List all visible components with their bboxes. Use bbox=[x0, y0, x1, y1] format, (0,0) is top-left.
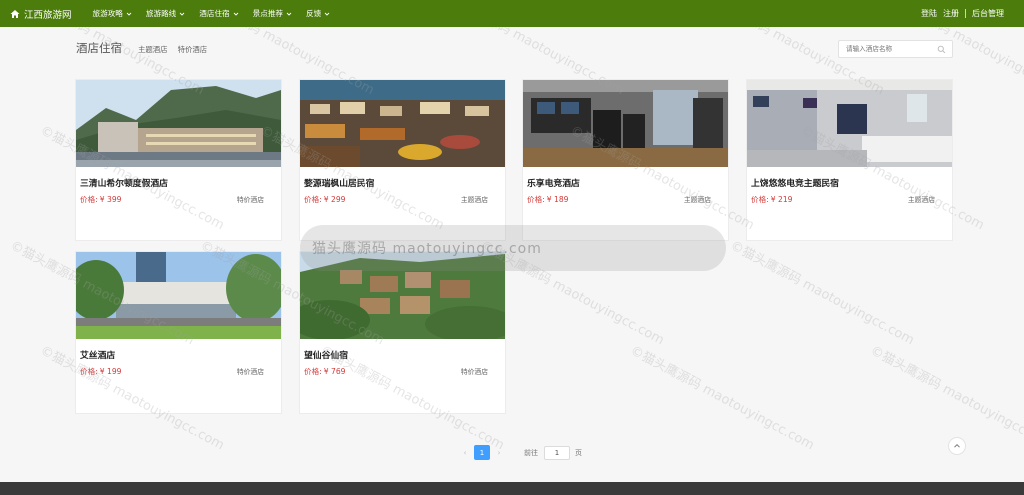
search-icon[interactable] bbox=[937, 45, 946, 54]
hotel-price: 价格: ¥ 769 bbox=[304, 366, 346, 377]
user-links: 登陆 注册 后台管理 bbox=[921, 0, 1004, 27]
nav-label: 景点推荐 bbox=[252, 9, 284, 18]
page-jump-input[interactable] bbox=[544, 445, 570, 460]
site-name: 江西旅游网 bbox=[24, 9, 72, 21]
nav-travel-guides[interactable]: 旅游攻略 bbox=[86, 8, 139, 19]
hotel-price: 价格: ¥ 219 bbox=[751, 194, 793, 205]
price-label: 价格: bbox=[80, 195, 98, 204]
hotel-price: 价格: ¥ 189 bbox=[527, 194, 569, 205]
nav-label: 旅游路线 bbox=[145, 9, 177, 18]
pagination: ‹ 1 › 前往 页 bbox=[456, 445, 582, 460]
top-navbar: 江西旅游网 旅游攻略 旅游路线 酒店住宿 景点推荐 反馈 登陆 注册 后台管理 bbox=[0, 0, 1024, 27]
hotel-category: 特价酒店 bbox=[236, 368, 264, 376]
back-to-top-button[interactable] bbox=[948, 437, 966, 455]
goto-label: 前往 bbox=[524, 448, 538, 457]
watermark-text: ©猫头鹰源码 maotouyingcc.com bbox=[627, 343, 817, 454]
hotel-search bbox=[838, 40, 953, 58]
hotel-photo[interactable] bbox=[76, 252, 281, 339]
price-value: ¥ 299 bbox=[323, 195, 346, 204]
hotel-price: 价格: ¥ 199 bbox=[80, 366, 122, 377]
hotel-category: 特价酒店 bbox=[236, 196, 264, 204]
page-unit: 页 bbox=[575, 448, 582, 457]
chevron-down-icon bbox=[179, 12, 185, 16]
main-nav: 旅游攻略 旅游路线 酒店住宿 景点推荐 反馈 bbox=[86, 8, 338, 19]
filter-special-hotels[interactable]: 特价酒店 bbox=[178, 44, 208, 55]
hotel-card[interactable]: 上饶悠悠电竞主题民宿 价格: ¥ 219 主题酒店 bbox=[746, 79, 953, 241]
nav-travel-routes[interactable]: 旅游路线 bbox=[139, 8, 192, 19]
hotel-card[interactable]: 乐享电竞酒店 价格: ¥ 189 主题酒店 bbox=[522, 79, 729, 241]
chevron-down-icon bbox=[126, 12, 132, 16]
nav-label: 旅游攻略 bbox=[92, 9, 123, 18]
price-label: 价格: bbox=[304, 367, 322, 376]
admin-link[interactable]: 后台管理 bbox=[972, 8, 1004, 19]
price-label: 价格: bbox=[80, 367, 98, 376]
page-number-active[interactable]: 1 bbox=[474, 445, 490, 460]
price-label: 价格: bbox=[304, 195, 322, 204]
chevron-down-icon bbox=[286, 12, 292, 16]
page-title: 酒店住宿 bbox=[76, 41, 122, 55]
hotel-photo[interactable] bbox=[523, 80, 728, 167]
nav-hotels[interactable]: 酒店住宿 bbox=[192, 8, 245, 19]
nav-feedback[interactable]: 反馈 bbox=[299, 8, 337, 19]
hotel-card[interactable]: 艾丝酒店 价格: ¥ 199 特价酒店 bbox=[75, 251, 282, 414]
hotel-photo[interactable] bbox=[747, 80, 952, 167]
hotel-name[interactable]: 三清山希尔顿度假酒店 bbox=[80, 176, 168, 189]
page-header: 酒店住宿 主题酒店 特价酒店 bbox=[76, 40, 217, 56]
next-page-icon[interactable]: › bbox=[495, 449, 503, 457]
hotel-price: 价格: ¥ 399 bbox=[80, 194, 122, 205]
chevron-down-icon bbox=[233, 12, 238, 16]
hotel-category: 主题酒店 bbox=[460, 196, 488, 204]
hotel-category: 特价酒店 bbox=[460, 368, 488, 376]
home-icon bbox=[10, 9, 20, 18]
footer-bar bbox=[0, 482, 1024, 495]
price-value: ¥ 199 bbox=[99, 367, 122, 376]
nav-label: 反馈 bbox=[306, 9, 322, 18]
price-value: ¥ 219 bbox=[770, 195, 793, 204]
price-value: ¥ 399 bbox=[99, 195, 122, 204]
prev-page-icon[interactable]: ‹ bbox=[461, 449, 469, 457]
hotel-name[interactable]: 望仙谷仙宿 bbox=[304, 348, 348, 361]
hotel-name[interactable]: 婺源瑞枫山居民宿 bbox=[304, 176, 374, 189]
hotel-price: 价格: ¥ 299 bbox=[304, 194, 346, 205]
hotel-category: 主题酒店 bbox=[907, 196, 935, 204]
register-link[interactable]: 注册 bbox=[943, 8, 959, 19]
divider bbox=[965, 9, 966, 18]
hotel-category: 主题酒店 bbox=[683, 196, 711, 204]
chevron-up-icon bbox=[954, 443, 960, 448]
watermark-banner: 猫头鹰源码 maotouyingcc.com bbox=[300, 225, 726, 271]
search-input[interactable] bbox=[839, 45, 935, 53]
watermark-text: ©猫头鹰源码 maotouyingcc.com bbox=[727, 238, 917, 349]
watermark-text: ©猫头鹰源码 maotouyingcc.com bbox=[867, 343, 1024, 454]
nav-label: 酒店住宿 bbox=[199, 9, 230, 18]
price-label: 价格: bbox=[751, 195, 769, 204]
hotel-card[interactable]: 三清山希尔顿度假酒店 价格: ¥ 399 特价酒店 bbox=[75, 79, 282, 241]
chevron-down-icon bbox=[324, 12, 330, 16]
hotel-photo[interactable] bbox=[76, 80, 281, 167]
nav-attractions[interactable]: 景点推荐 bbox=[246, 8, 299, 19]
hotel-name[interactable]: 上饶悠悠电竞主题民宿 bbox=[751, 176, 839, 189]
hotel-card[interactable]: 望仙谷仙宿 价格: ¥ 769 特价酒店 bbox=[299, 251, 506, 414]
price-value: ¥ 189 bbox=[546, 195, 569, 204]
price-label: 价格: bbox=[527, 195, 545, 204]
hotel-photo[interactable] bbox=[300, 80, 505, 167]
price-value: ¥ 769 bbox=[323, 367, 346, 376]
login-link[interactable]: 登陆 bbox=[921, 8, 937, 19]
hotel-name[interactable]: 艾丝酒店 bbox=[80, 348, 115, 361]
site-logo[interactable]: 江西旅游网 bbox=[10, 7, 72, 21]
filter-theme-hotels[interactable]: 主题酒店 bbox=[138, 44, 168, 55]
hotel-name[interactable]: 乐享电竞酒店 bbox=[527, 176, 580, 189]
hotel-card[interactable]: 婺源瑞枫山居民宿 价格: ¥ 299 主题酒店 bbox=[299, 79, 506, 241]
